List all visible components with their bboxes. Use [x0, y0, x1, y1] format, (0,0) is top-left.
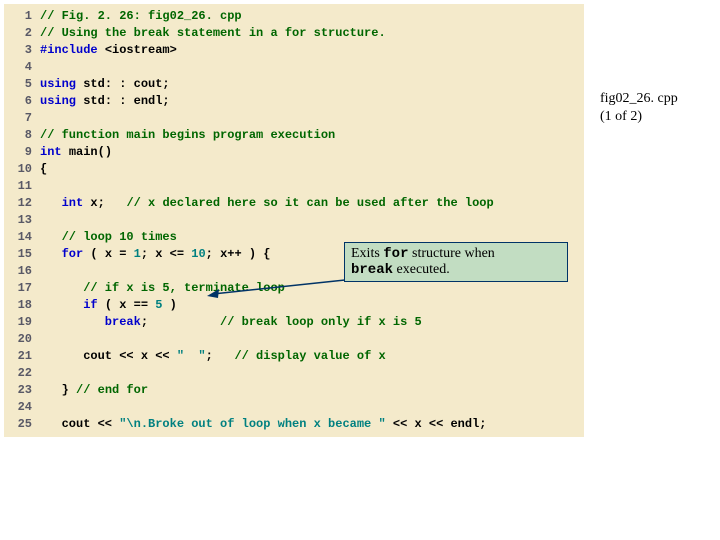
code-text: } // end for [40, 382, 584, 399]
annotation-callout: Exits for structure when break executed. [344, 242, 568, 282]
line-number: 20 [4, 331, 40, 348]
code-text [40, 331, 584, 348]
code-text [40, 178, 584, 195]
line-number: 22 [4, 365, 40, 382]
line-number: 3 [4, 42, 40, 59]
line-number: 25 [4, 416, 40, 433]
code-text: cout << "\n.Broke out of loop when x bec… [40, 416, 584, 433]
caption-title: fig02_26. cpp [600, 90, 678, 108]
code-text: break; // break loop only if x is 5 [40, 314, 584, 331]
code-text: int x; // x declared here so it can be u… [40, 195, 584, 212]
line-number: 2 [4, 25, 40, 42]
line-number: 12 [4, 195, 40, 212]
code-text [40, 59, 584, 76]
line-number: 4 [4, 59, 40, 76]
code-text: // Fig. 2. 26: fig02_26. cpp [40, 8, 584, 25]
callout-line2: break executed. [351, 262, 561, 278]
slide-caption: fig02_26. cpp (1 of 2) [600, 90, 678, 126]
line-number: 13 [4, 212, 40, 229]
line-number: 19 [4, 314, 40, 331]
code-text: using std: : endl; [40, 93, 584, 110]
code-text: int main() [40, 144, 584, 161]
line-number: 17 [4, 280, 40, 297]
code-text: if ( x == 5 ) [40, 297, 584, 314]
code-text: #include <iostream> [40, 42, 584, 59]
line-number: 1 [4, 8, 40, 25]
line-number: 6 [4, 93, 40, 110]
line-number: 14 [4, 229, 40, 246]
code-text [40, 399, 584, 416]
callout-line1: Exits for structure when [351, 246, 561, 262]
line-number: 11 [4, 178, 40, 195]
code-text: // Using the break statement in a for st… [40, 25, 584, 42]
code-listing: 1// Fig. 2. 26: fig02_26. cpp 2// Using … [4, 4, 584, 437]
code-text [40, 110, 584, 127]
line-number: 5 [4, 76, 40, 93]
line-number: 15 [4, 246, 40, 263]
line-number: 10 [4, 161, 40, 178]
code-text [40, 365, 584, 382]
code-text [40, 212, 584, 229]
line-number: 16 [4, 263, 40, 280]
line-number: 24 [4, 399, 40, 416]
code-text: { [40, 161, 584, 178]
code-text: // if x is 5, terminate loop [40, 280, 584, 297]
line-number: 21 [4, 348, 40, 365]
caption-sub: (1 of 2) [600, 108, 678, 126]
line-number: 18 [4, 297, 40, 314]
line-number: 7 [4, 110, 40, 127]
code-text: using std: : cout; [40, 76, 584, 93]
code-text: // function main begins program executio… [40, 127, 584, 144]
line-number: 8 [4, 127, 40, 144]
line-number: 23 [4, 382, 40, 399]
code-text: cout << x << " "; // display value of x [40, 348, 584, 365]
line-number: 9 [4, 144, 40, 161]
